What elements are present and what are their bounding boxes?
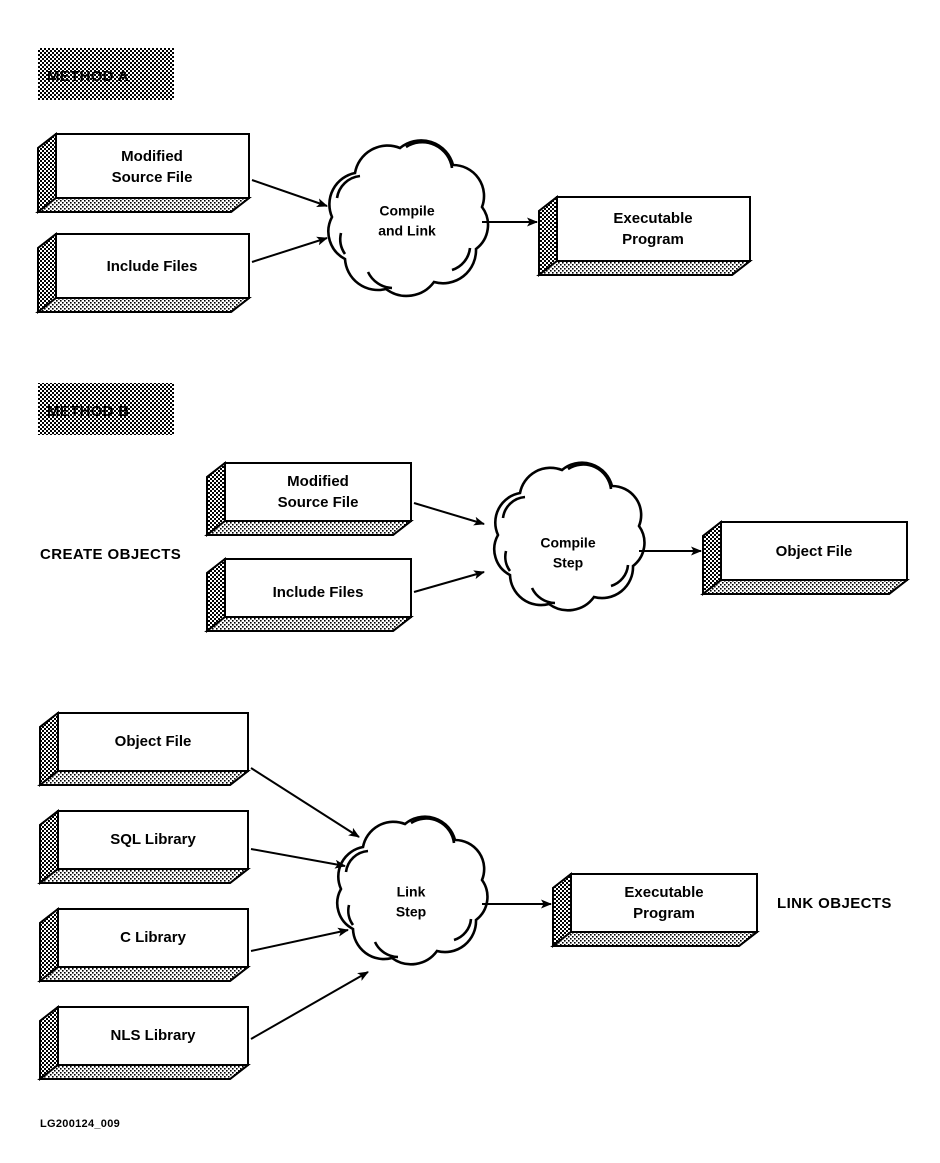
arrow-include-files-to-compile-a — [251, 236, 328, 263]
cloud-label-line1: Compile — [379, 203, 434, 219]
box-label-line1: Include Files — [273, 584, 364, 601]
figure-id-caption: LG200124_009 — [40, 1118, 120, 1130]
box-label-line1: Object File — [115, 733, 192, 750]
cloud-link-step[interactable]: Link Step — [336, 815, 489, 966]
box-sql-library[interactable]: SQL Library — [37, 808, 251, 886]
box-label-line1: Executable — [613, 210, 692, 227]
cloud-compile-step[interactable]: Compile Step — [493, 461, 646, 612]
arrow-c-library-to-link — [250, 927, 349, 952]
create-objects-label: CREATE OBJECTS — [40, 546, 181, 563]
box-label-line1: Object File — [776, 543, 853, 560]
method-b-create-section: METHOD B CREATE OBJECTS Modified Source … — [38, 383, 910, 634]
cloud-compile-and-link[interactable]: Compile and Link — [327, 139, 490, 298]
box-label-line2: Program — [633, 905, 695, 922]
box-label-line2: Program — [622, 231, 684, 248]
box-executable-program-link[interactable]: Executable Program — [550, 871, 760, 949]
cloud-label-line1: Link — [397, 884, 426, 900]
box-nls-library[interactable]: NLS Library — [37, 1004, 251, 1082]
box-label-line2: Source File — [112, 169, 193, 186]
box-executable-program-a[interactable]: Executable Program — [536, 194, 753, 278]
box-label-line1: Executable — [624, 884, 703, 901]
cloud-label-line2: and Link — [378, 223, 436, 239]
box-label-line1: Include Files — [107, 258, 198, 275]
cloud-label-line2: Step — [553, 555, 583, 571]
box-label-line1: Modified — [121, 148, 183, 165]
box-label-line1: SQL Library — [110, 831, 196, 848]
arrow-sql-library-to-link — [250, 848, 346, 869]
arrow-modified-source-to-compile-a — [251, 179, 328, 207]
method-a-badge: METHOD A — [38, 48, 174, 100]
link-objects-label: LINK OBJECTS — [777, 895, 892, 912]
box-object-file-link[interactable]: Object File — [37, 710, 251, 788]
box-include-files-b[interactable]: Include Files — [204, 556, 414, 634]
cloud-label-line2: Step — [396, 904, 426, 920]
box-label-line1: C Library — [120, 929, 187, 946]
arrow-object-file-to-link — [250, 767, 360, 838]
diagram-canvas: METHOD A Modified Source File Include Fi… — [0, 0, 940, 1163]
box-modified-source-file-a[interactable]: Modified Source File — [35, 131, 252, 215]
method-a-badge-label: METHOD A — [47, 68, 129, 85]
box-label-line2: Source File — [278, 494, 359, 511]
method-b-badge-label: METHOD B — [47, 403, 129, 420]
box-label-line1: Modified — [287, 473, 349, 490]
arrow-modified-source-to-compile-b — [413, 502, 485, 526]
box-label-line1: NLS Library — [110, 1027, 196, 1044]
box-modified-source-file-b[interactable]: Modified Source File — [204, 460, 414, 538]
compile-link-flow-diagram: METHOD A Modified Source File Include Fi… — [35, 48, 910, 1130]
method-a-section: METHOD A Modified Source File Include Fi… — [35, 48, 753, 315]
arrow-include-files-to-compile-b — [413, 570, 485, 593]
method-b-badge: METHOD B — [38, 383, 174, 435]
arrow-nls-library-to-link — [250, 971, 369, 1040]
box-object-file-b[interactable]: Object File — [700, 519, 910, 597]
method-b-link-section: LINK OBJECTS Object File SQL Library C L… — [37, 710, 892, 1082]
cloud-label-line1: Compile — [540, 535, 595, 551]
box-c-library[interactable]: C Library — [37, 906, 251, 984]
box-include-files-a[interactable]: Include Files — [35, 231, 252, 315]
